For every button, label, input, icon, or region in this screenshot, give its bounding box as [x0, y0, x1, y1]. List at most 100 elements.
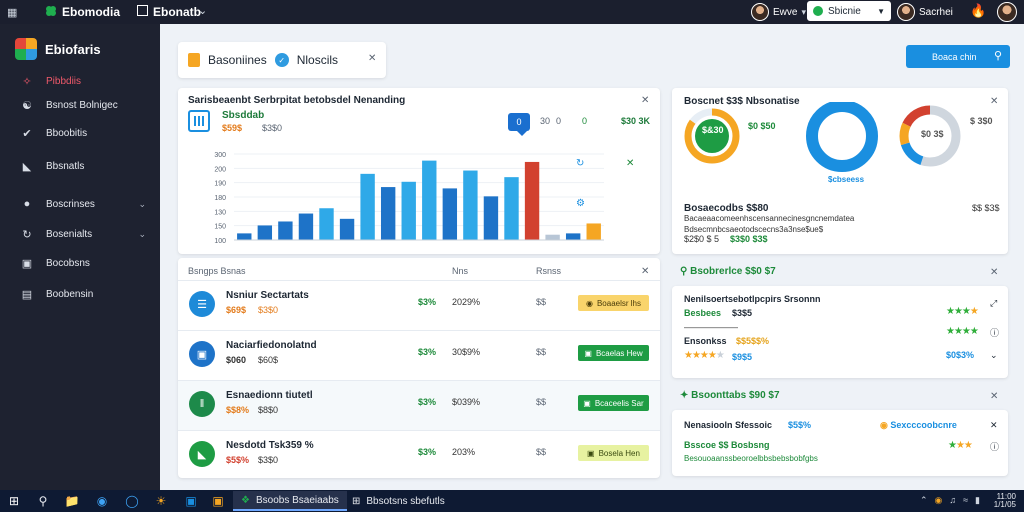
workspace-title[interactable]: Ebonatb [153, 5, 201, 19]
volume-icon[interactable]: ♫ [949, 495, 956, 506]
sidebar-item-2[interactable]: ☯ Bsnost Bolnigec [0, 95, 160, 115]
sun-icon[interactable]: ☀ [153, 493, 169, 509]
bar-14[interactable] [504, 177, 519, 240]
sidebar-item-8[interactable]: ▤ Boobensin [0, 284, 160, 304]
clock[interactable]: 11:00 1/1/05 [994, 493, 1016, 509]
tab-1[interactable]: Basoniines [208, 53, 267, 67]
donut-summary-title: Bosaecodbs $$80 [684, 203, 769, 214]
flame-icon[interactable]: 🔥 [970, 3, 986, 19]
search-button[interactable]: Boaca chin ⚲ [906, 45, 1010, 68]
document-icon [188, 53, 200, 67]
bar-8[interactable] [380, 187, 396, 240]
row-sub: $060 [226, 355, 247, 365]
bar-11[interactable] [442, 188, 458, 240]
row-sub-2: $8$0 [258, 405, 279, 415]
row-sub-2: $60$ [258, 355, 279, 365]
sidebar-item-5[interactable]: ● Boscrinses ⌄ [0, 194, 160, 214]
profile-avatar[interactable] [997, 2, 1017, 22]
column-header[interactable]: Bsngps Bsnas [188, 266, 246, 276]
row-action-button[interactable]: ▣ Bcaceelis Sar [578, 395, 649, 411]
app-icon[interactable]: ▣ [183, 493, 199, 509]
y-tick-label: 190 [214, 181, 226, 188]
close-icon[interactable]: ✕ [641, 266, 649, 277]
donut-panel: Boscnet $3$ Nbsonatise ✕ $&30 $0 $50 $0$… [672, 88, 1008, 254]
folder-icon[interactable]: 📁 [64, 493, 80, 509]
close-icon[interactable]: ✕ [990, 391, 998, 402]
chevron-down-icon[interactable]: ⌄ [990, 350, 998, 361]
link-icon: ◉ [585, 298, 593, 308]
app-logo-icon: ❖ [241, 494, 250, 506]
notes-icon[interactable]: ▣ [210, 493, 226, 509]
table-row[interactable]: ◣ Nesdotd Tsk359 % $5$% $3$0 $3% 203% $$… [178, 430, 660, 480]
bar-18[interactable] [586, 223, 601, 240]
column-header[interactable]: Nns [452, 266, 468, 276]
network-icon[interactable]: ◉ [934, 495, 942, 506]
sidebar-brand[interactable]: Ebiofaris [15, 38, 101, 60]
system-tray: ⌃ ◉ ♫ ≈ ▮ [920, 495, 980, 506]
row-action-button[interactable]: ▣ Bosela Hen [578, 445, 649, 461]
bar-4[interactable] [298, 213, 314, 240]
app-grid-icon[interactable]: ▦ [7, 6, 17, 19]
globe-icon[interactable]: ◯ [124, 493, 140, 509]
bar-17[interactable] [565, 233, 581, 240]
user-menu-2[interactable]: Sacrhei [897, 1, 953, 23]
info-icon[interactable]: ⓘ [990, 326, 999, 339]
table-row[interactable]: ‖ Esnaedionn tiutetl $$8% $8$0 $3% $039%… [178, 380, 660, 430]
list-icon: ▤ [21, 288, 33, 301]
bar-6[interactable] [339, 218, 355, 240]
browser-icon[interactable]: ◉ [94, 493, 110, 509]
table-row[interactable]: ☰ Nsniur Sectartats $69$ $3$0 $3% 2029% … [178, 280, 660, 330]
chart-control-2[interactable]: 0 [556, 116, 561, 126]
review-title-value: $5$% [788, 420, 812, 430]
user-menu[interactable]: Ewve ▾ [751, 1, 806, 23]
row-extra: $$ [536, 447, 547, 457]
bar-2[interactable] [257, 225, 273, 240]
close-icon[interactable]: ✕ [990, 420, 998, 431]
bar-3[interactable] [278, 221, 293, 240]
sidebar-item-1[interactable]: ✧ Pibbdiis [0, 71, 160, 91]
chart-control-1[interactable]: 30 [540, 116, 550, 126]
close-icon[interactable]: ✕ [990, 267, 998, 278]
review-label: Besbees [684, 308, 722, 318]
bar-15[interactable] [524, 161, 540, 240]
bar-7[interactable] [360, 173, 375, 240]
info-icon[interactable]: ⓘ [990, 440, 999, 453]
sidebar-item-label: Pibbdiis [46, 75, 82, 87]
taskbar-task-1[interactable]: ❖ Bsoobs Bsaeiaabs [233, 491, 347, 511]
sidebar-item-4[interactable]: ◣ Bbsnatls [0, 156, 160, 176]
table-row[interactable]: ▣ Naciarfiedonolatnd $060 $60$ $3% 30$9%… [178, 330, 660, 380]
donut-summary-line: Bacaeaacomeenhscensannecinesgncnemdatea [684, 214, 855, 223]
bar-9[interactable] [401, 181, 416, 240]
bar-13[interactable] [483, 196, 499, 240]
close-icon[interactable]: ✕ [641, 95, 649, 106]
sidebar-item-6[interactable]: ↻ Bosenialts ⌄ [0, 224, 160, 244]
taskbar-task-2[interactable]: ⊞ Bbsotsns sbefutls [344, 491, 453, 511]
status-dot-icon [813, 6, 823, 16]
tag-icon: ▣ [189, 341, 215, 367]
tab-2[interactable]: Nloscils [297, 53, 338, 67]
chevron-up-icon[interactable]: ⌃ [920, 495, 928, 506]
start-icon[interactable]: ⊞ [6, 493, 22, 509]
column-header[interactable]: Rsnss [536, 266, 561, 276]
bar-12[interactable] [463, 170, 478, 240]
donut-label: $0$ [832, 129, 848, 139]
row-extra: $$ [536, 397, 547, 407]
sidebar-item-3[interactable]: ✔ Bboobitis [0, 123, 160, 143]
bar-10[interactable] [422, 160, 437, 240]
bar-5[interactable] [319, 208, 334, 240]
status-select[interactable]: Sbicnie ▼ [807, 1, 891, 21]
row-action-button[interactable]: ◉ Boaaelsr lhs [578, 295, 649, 311]
sidebar-item-7[interactable]: ▣ Bocobsns [0, 253, 160, 273]
sidebar-item-label: Bocobsns [46, 257, 90, 269]
chevron-down-icon[interactable]: ⌄ [198, 4, 207, 17]
battery-icon[interactable]: ▮ [975, 495, 980, 506]
row-sub: $5$% [226, 455, 250, 465]
chart-control-3[interactable]: 0 [582, 116, 587, 126]
wifi-icon[interactable]: ≈ [963, 495, 968, 506]
bar-16[interactable] [545, 234, 560, 240]
bar-1[interactable] [237, 233, 252, 240]
search-icon[interactable]: ⚲ [35, 493, 51, 509]
close-icon[interactable]: ✕ [368, 53, 376, 64]
row-action-button[interactable]: ▣ Bcaelas Hew [578, 345, 649, 361]
expand-icon[interactable]: ⤢ [990, 298, 997, 309]
